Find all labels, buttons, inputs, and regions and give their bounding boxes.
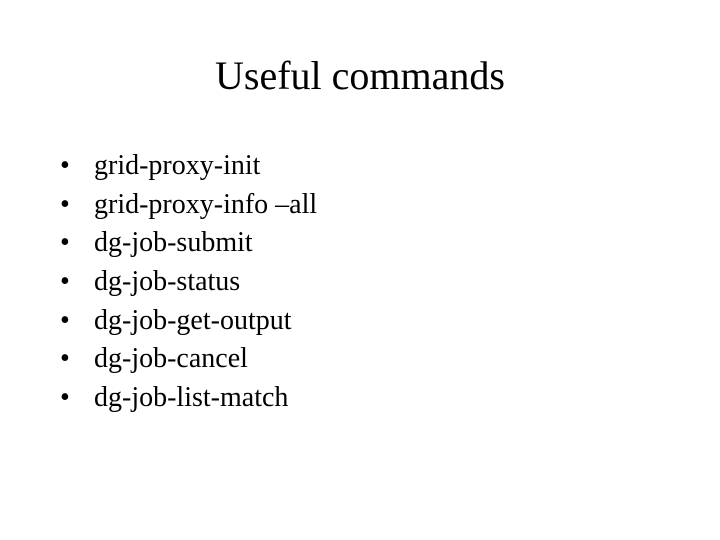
list-item-label: dg-job-list-match [94,379,288,418]
list-item: • dg-job-submit [60,224,720,263]
list-item-label: dg-job-status [94,263,240,302]
list-item-label: grid-proxy-info –all [94,186,317,225]
list-item: • dg-job-get-output [60,302,720,341]
list-item: • dg-job-cancel [60,340,720,379]
slide: Useful commands • grid-proxy-init • grid… [0,0,720,540]
list-item: • grid-proxy-info –all [60,186,720,225]
bullet-icon: • [60,224,94,263]
list-item: • grid-proxy-init [60,147,720,186]
list-item-label: dg-job-get-output [94,302,292,341]
list-item: • dg-job-status [60,263,720,302]
bullet-icon: • [60,186,94,225]
bullet-icon: • [60,263,94,302]
page-title: Useful commands [0,0,720,99]
list-item: • dg-job-list-match [60,379,720,418]
command-list: • grid-proxy-init • grid-proxy-info –all… [60,147,720,417]
list-item-label: dg-job-cancel [94,340,248,379]
list-item-label: dg-job-submit [94,224,253,263]
list-item-label: grid-proxy-init [94,147,260,186]
bullet-icon: • [60,379,94,418]
bullet-icon: • [60,147,94,186]
bullet-icon: • [60,340,94,379]
bullet-icon: • [60,302,94,341]
